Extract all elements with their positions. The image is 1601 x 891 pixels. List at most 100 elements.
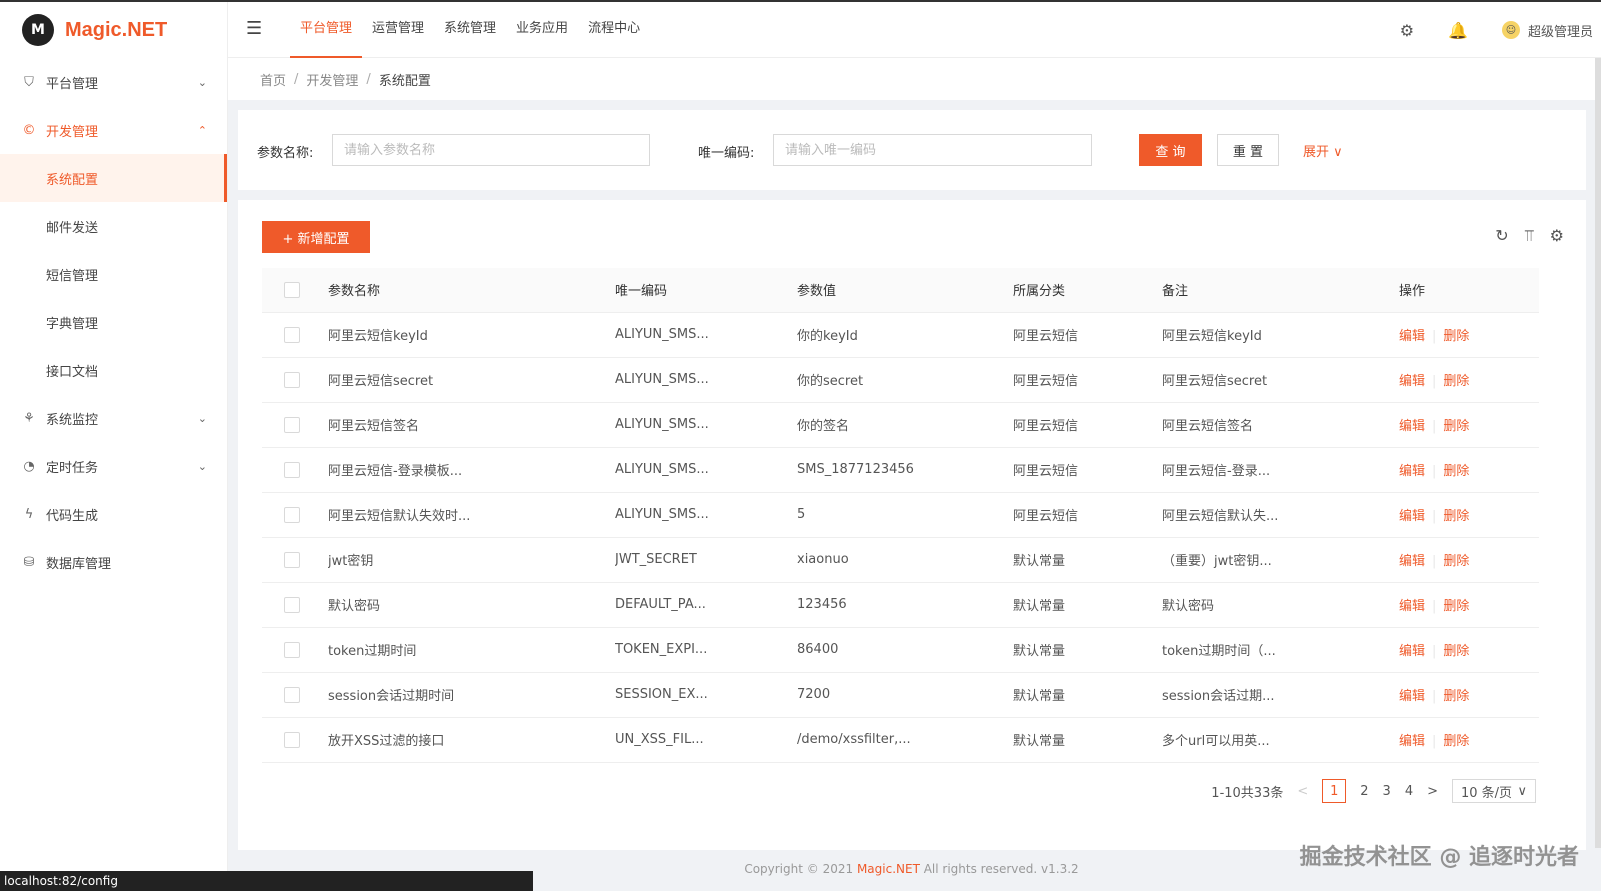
tab-workflow[interactable]: 流程中心 — [578, 2, 650, 58]
delete-link[interactable]: 删除 — [1443, 464, 1469, 479]
row-checkbox[interactable] — [284, 326, 300, 343]
param-name-input[interactable] — [332, 134, 650, 166]
param-name-cell: 阿里云短信secret — [328, 357, 615, 403]
add-config-button[interactable]: + 新增配置 — [262, 221, 370, 253]
row-select-cell — [262, 447, 328, 493]
monitor-icon: ⚘ — [23, 410, 35, 426]
param-value-cell: 7200 — [797, 672, 1013, 718]
edit-link[interactable]: 编辑 — [1399, 509, 1425, 524]
delete-link[interactable]: 删除 — [1443, 644, 1469, 659]
sidebar-item-database[interactable]: ⛁ 数据库管理 — [0, 538, 227, 586]
next-page-icon[interactable]: > — [1427, 784, 1438, 799]
settings-icon[interactable]: ⚙ — [1550, 226, 1564, 246]
delete-link[interactable]: 删除 — [1443, 329, 1469, 344]
page-size-select[interactable]: 10 条/页 ∨ — [1452, 779, 1536, 803]
sidebar-item-label: 系统监控 — [46, 412, 99, 428]
delete-link[interactable]: 删除 — [1443, 599, 1469, 614]
unique-code-cell: ALIYUN_SMS... — [615, 312, 797, 358]
sidebar-item-monitor[interactable]: ⚘ 系统监控 ⌄ — [0, 394, 227, 442]
sidebar-subitem-email[interactable]: 邮件发送 — [0, 202, 227, 250]
category-cell: 阿里云短信 — [1013, 447, 1162, 493]
sidebar-subitem-config[interactable]: 系统配置 — [0, 154, 227, 202]
param-name-cell: 阿里云短信-登录模板... — [328, 447, 615, 493]
edit-link[interactable]: 编辑 — [1399, 329, 1425, 344]
remark-cell: 默认密码 — [1162, 582, 1399, 628]
tab-business[interactable]: 业务应用 — [506, 2, 578, 58]
expand-link[interactable]: 展开 ∨ — [1303, 141, 1343, 160]
param-value-cell: 86400 — [797, 627, 1013, 673]
delete-link[interactable]: 删除 — [1443, 419, 1469, 434]
edit-link[interactable]: 编辑 — [1399, 689, 1425, 704]
row-checkbox[interactable] — [284, 641, 300, 658]
edit-link[interactable]: 编辑 — [1399, 554, 1425, 569]
select-all-checkbox[interactable] — [284, 281, 300, 298]
row-checkbox[interactable] — [284, 371, 300, 388]
logo[interactable]: M Magic.NET — [0, 2, 227, 58]
sidebar-item-codegen[interactable]: ϟ 代码生成 — [0, 490, 227, 538]
row-checkbox[interactable] — [284, 686, 300, 703]
page-1[interactable]: 1 — [1322, 779, 1347, 803]
column-height-icon[interactable]: ⫪ — [1525, 226, 1534, 246]
breadcrumb-home[interactable]: 首页 — [260, 70, 286, 89]
tab-platform[interactable]: 平台管理 — [290, 2, 363, 58]
edit-link[interactable]: 编辑 — [1399, 734, 1425, 749]
sidebar-item-schedule[interactable]: ◔ 定时任务 ⌄ — [0, 442, 227, 490]
row-checkbox[interactable] — [284, 416, 300, 433]
bell-icon[interactable]: 🔔 — [1448, 21, 1468, 40]
page-size-value: 10 条/页 — [1461, 785, 1513, 801]
pagination: 1-10共33条 < 1 2 3 4 > 10 条/页 ∨ — [1211, 779, 1536, 803]
menu-collapse-icon[interactable]: ☰ — [246, 18, 262, 39]
row-checkbox[interactable] — [284, 506, 300, 523]
remark-cell: 多个url可以用英... — [1162, 717, 1399, 763]
sidebar-subitem-dict[interactable]: 字典管理 — [0, 298, 227, 346]
user-name[interactable]: 超级管理员 — [1528, 21, 1593, 40]
page-3[interactable]: 3 — [1383, 784, 1391, 799]
sidebar-subitem-api-docs[interactable]: 接口文档 — [0, 346, 227, 394]
edit-link[interactable]: 编辑 — [1399, 464, 1425, 479]
edit-link[interactable]: 编辑 — [1399, 374, 1425, 389]
page-2[interactable]: 2 — [1360, 784, 1368, 799]
remark-cell: 阿里云短信keyId — [1162, 312, 1399, 358]
page-scrollbar[interactable] — [1595, 58, 1601, 848]
unique-code-cell: ALIYUN_SMS... — [615, 447, 797, 493]
remark-cell: token过期时间（... — [1162, 627, 1399, 673]
breadcrumb-dev[interactable]: 开发管理 — [306, 70, 358, 89]
sidebar-item-dev[interactable]: © 开发管理 ⌃ — [0, 106, 227, 154]
refresh-icon[interactable]: ↻ — [1495, 226, 1508, 246]
column-header: 唯一编码 — [615, 268, 797, 313]
footer-brand-link[interactable]: Magic.NET — [857, 862, 920, 876]
row-select-cell — [262, 627, 328, 673]
sidebar-item-platform[interactable]: ⛉ 平台管理 ⌄ — [0, 58, 227, 106]
chevron-down-icon: ⌄ — [197, 459, 207, 473]
tab-system[interactable]: 系统管理 — [434, 2, 506, 58]
delete-link[interactable]: 删除 — [1443, 374, 1469, 389]
row-checkbox[interactable] — [284, 731, 300, 748]
row-select-cell — [262, 402, 328, 448]
row-checkbox[interactable] — [284, 461, 300, 478]
edit-link[interactable]: 编辑 — [1399, 599, 1425, 614]
query-button[interactable]: 查 询 — [1139, 134, 1202, 166]
unique-code-input[interactable] — [773, 134, 1092, 166]
delete-link[interactable]: 删除 — [1443, 734, 1469, 749]
sidebar-subitem-sms[interactable]: 短信管理 — [0, 250, 227, 298]
copyright-icon: © — [22, 122, 36, 138]
prev-page-icon[interactable]: < — [1297, 784, 1308, 799]
edit-link[interactable]: 编辑 — [1399, 419, 1425, 434]
avatar[interactable]: ☺ — [1501, 21, 1520, 39]
delete-link[interactable]: 删除 — [1443, 689, 1469, 704]
reset-button[interactable]: 重 置 — [1217, 134, 1279, 166]
param-name-cell: 阿里云短信签名 — [328, 402, 615, 448]
column-header: 参数名称 — [328, 268, 615, 313]
row-actions: 编辑 | 删除 — [1399, 402, 1539, 448]
row-checkbox[interactable] — [284, 596, 300, 613]
breadcrumb-separator: / — [294, 71, 299, 87]
edit-link[interactable]: 编辑 — [1399, 644, 1425, 659]
row-checkbox[interactable] — [284, 551, 300, 568]
delete-link[interactable]: 删除 — [1443, 554, 1469, 569]
delete-link[interactable]: 删除 — [1443, 509, 1469, 524]
settings-icon[interactable]: ⚙ — [1400, 21, 1414, 40]
page-4[interactable]: 4 — [1405, 784, 1413, 799]
row-actions: 编辑 | 删除 — [1399, 672, 1539, 718]
footer-suffix: All rights reserved. v1.3.2 — [919, 862, 1079, 876]
tab-operations[interactable]: 运营管理 — [362, 2, 434, 58]
